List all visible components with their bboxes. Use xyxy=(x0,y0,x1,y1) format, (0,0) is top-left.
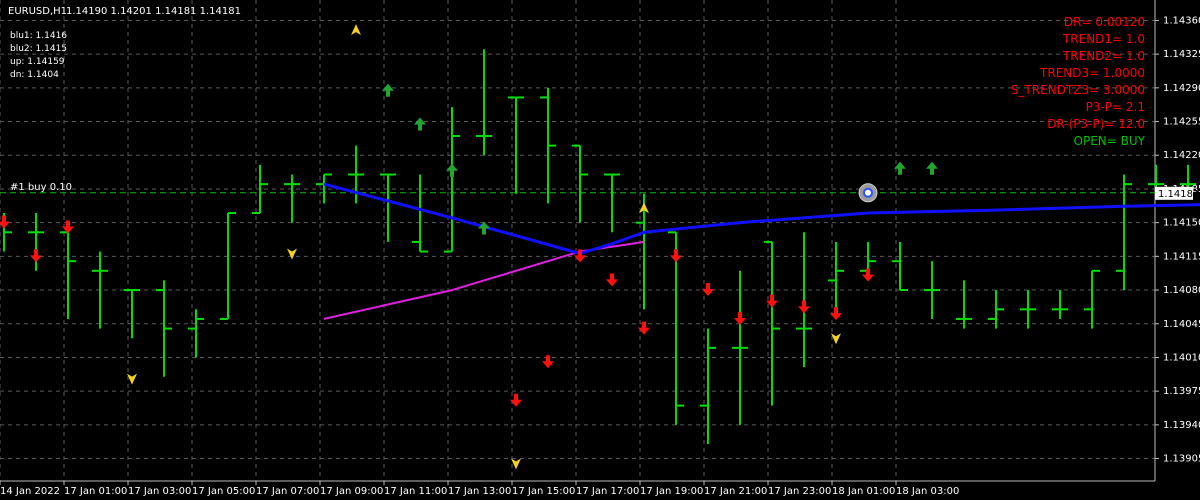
time-tick-label: 17 Jan 11:00 xyxy=(384,486,447,497)
ohlc-readout: 1.14190 1.14201 1.14181 1.14181 xyxy=(66,6,241,17)
time-tick-label: 17 Jan 17:00 xyxy=(576,486,639,497)
info-right-line: TREND1= 1.0 xyxy=(1062,32,1145,46)
chart-header: EURUSD,H1 1.14190 1.14201 1.14181 1.1418… xyxy=(8,6,241,17)
trading-chart[interactable]: 1.14360 1.14325 1.14290 1.14255 1.14220 1.141… xyxy=(0,0,1200,500)
info-left-line: dn: 1.1404 xyxy=(10,70,59,80)
info-right-line: DR-(P3-P)= 12.0 xyxy=(1047,117,1145,131)
info-right-line: S_TRENDTZ3= 3.0000 xyxy=(1011,83,1145,97)
time-tick-label: 17 Jan 13:00 xyxy=(448,486,511,497)
price-tick-label: 1.14255 xyxy=(1163,117,1200,128)
info-right-line: P3-P= 2.1 xyxy=(1086,100,1145,114)
price-tick-label: 1.14325 xyxy=(1163,49,1200,60)
price-tick-label: 1.14290 xyxy=(1163,83,1200,94)
symbol-timeframe: EURUSD,H1 xyxy=(8,6,67,17)
time-tick-label: 17 Jan 21:00 xyxy=(704,486,767,497)
info-right-line: OPEN= BUY xyxy=(1074,134,1146,148)
price-tick-label: 1.13975 xyxy=(1163,386,1200,397)
info-right-line: TREND3= 1.0000 xyxy=(1039,66,1145,80)
price-tick-label: 1.14360 xyxy=(1163,15,1200,26)
price-tick-label: 1.13905 xyxy=(1163,454,1200,465)
position-marker-core-icon xyxy=(863,187,873,198)
current-price-text: 1.14181 xyxy=(1158,189,1199,200)
price-tick-label: 1.14220 xyxy=(1163,150,1200,161)
time-tick-label: 17 Jan 01:00 xyxy=(64,486,127,497)
time-tick-label: 17 Jan 05:00 xyxy=(192,486,255,497)
time-tick-label: 17 Jan 15:00 xyxy=(512,486,575,497)
time-tick-label: 17 Jan 03:00 xyxy=(128,486,191,497)
info-right-line: DR= 0.00120 xyxy=(1064,15,1145,29)
current-price-label: 1.14181 xyxy=(1155,186,1199,200)
info-right-line: TREND2= 1.0 xyxy=(1062,49,1145,63)
time-tick-label: 17 Jan 19:00 xyxy=(640,486,703,497)
time-tick-label: 18 Jan 01:00 xyxy=(832,486,895,497)
time-tick-label: 17 Jan 07:00 xyxy=(256,486,319,497)
info-left-line: up: 1.14159 xyxy=(10,57,65,67)
price-tick-label: 1.13940 xyxy=(1163,420,1200,431)
order-line-label: #1 buy 0.10 xyxy=(10,182,72,193)
time-tick-label: 17 Jan 23:00 xyxy=(768,486,831,497)
info-left-line: blu2: 1.1415 xyxy=(10,44,67,54)
price-tick-label: 1.14045 xyxy=(1163,319,1200,330)
time-tick-label: 14 Jan 2022 xyxy=(0,486,60,497)
time-tick-label: 17 Jan 09:00 xyxy=(320,486,383,497)
price-tick-label: 1.14115 xyxy=(1163,251,1200,262)
price-tick-label: 1.14010 xyxy=(1163,352,1200,363)
price-tick-label: 1.14150 xyxy=(1163,218,1200,229)
info-left-line: blu1: 1.1416 xyxy=(10,31,67,41)
price-tick-label: 1.14080 xyxy=(1163,285,1200,296)
time-tick-label: 18 Jan 03:00 xyxy=(896,486,959,497)
